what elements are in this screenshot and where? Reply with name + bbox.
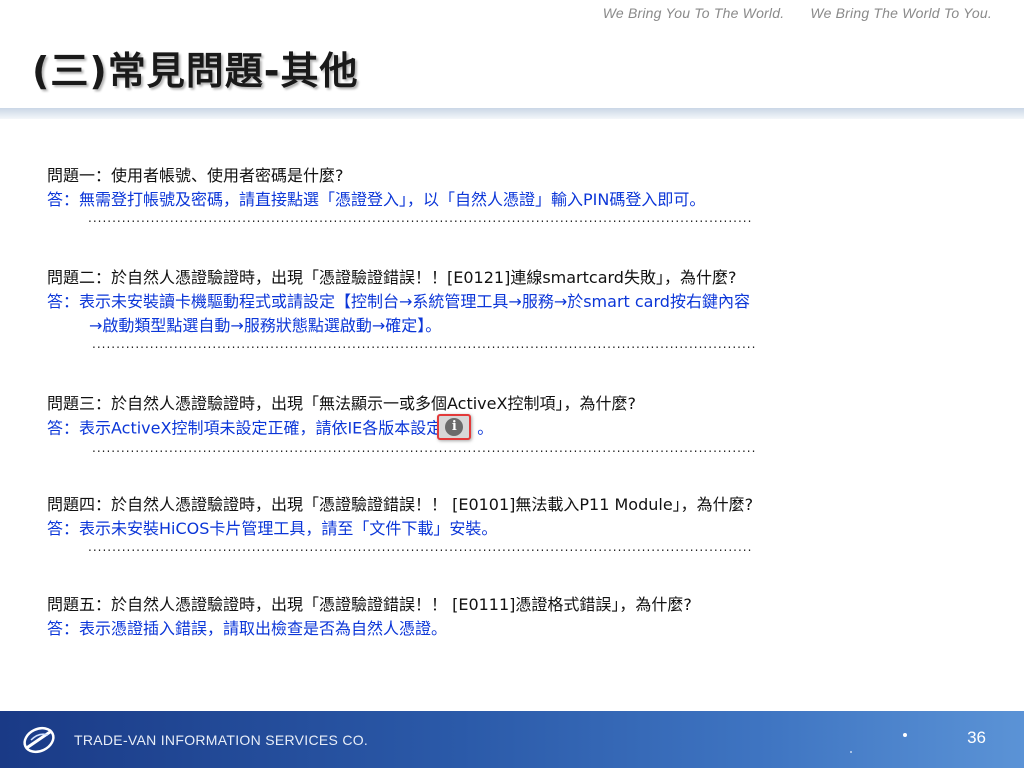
info-icon-glyph: i (445, 418, 464, 436)
question-5: 問題五：於自然人憑證驗證時，出現「憑證驗證錯誤！！ [E0111]憑證格式錯誤」… (47, 595, 692, 614)
title-divider (0, 108, 1024, 119)
qa-item-2: 問題二：於自然人憑證驗證時，出現「憑證驗證錯誤！！[E0121]連線smartc… (47, 266, 997, 352)
qa-item-4: 問題四：於自然人憑證驗證時，出現「憑證驗證錯誤！！ [E0101]無法載入P11… (47, 493, 997, 555)
footer-bar: TRADE-VAN INFORMATION SERVICES CO. 36 (0, 711, 1024, 768)
dotted-separator: ........................................… (92, 442, 757, 455)
trade-van-logo-icon (23, 726, 55, 754)
qa-item-3: 問題三：於自然人憑證驗證時，出現「無法顯示一或多個ActiveX控制項」，為什麼… (47, 392, 997, 456)
page-number: 36 (967, 728, 986, 747)
page-title: (三)常見問題-其他 (32, 49, 359, 93)
qa-item-5: 問題五：於自然人憑證驗證時，出現「憑證驗證錯誤！！ [E0111]憑證格式錯誤」… (47, 593, 997, 641)
question-3: 問題三：於自然人憑證驗證時，出現「無法顯示一或多個ActiveX控制項」，為什麼… (47, 394, 636, 413)
answer-4: 答：表示未安裝HiCOS卡片管理工具，請至「文件下載」安裝。 (47, 519, 498, 538)
answer-5: 答：表示憑證插入錯誤，請取出檢查是否為自然人憑證。 (47, 619, 448, 638)
slogan: We Bring You To The World. We Bring The … (603, 5, 992, 21)
question-4: 問題四：於自然人憑證驗證時，出現「憑證驗證錯誤！！ [E0101]無法載入P11… (47, 495, 754, 514)
answer-3: 答：表示ActiveX控制項未設定正確，請依IE各版本設定 i 。 (47, 414, 997, 442)
dotted-separator: ........................................… (88, 541, 753, 554)
answer-2: 答：表示未安裝讀卡機驅動程式或請設定【控制台→系統管理工具→服務→於smart … (47, 292, 750, 311)
slogan-text-1: We Bring You To The World. (602, 5, 785, 21)
dotted-separator: ........................................… (88, 212, 753, 225)
dotted-separator: ........................................… (92, 338, 757, 351)
qa-item-1: 問題一：使用者帳號、使用者密碼是什麼? 答：無需登打帳號及密碼，請直接點選「憑證… (47, 164, 997, 226)
answer-3-text: 答：表示ActiveX控制項未設定正確，請依IE各版本設定 (47, 418, 443, 438)
answer-1: 答：無需登打帳號及密碼，請直接點選「憑證登入」，以「自然人憑證」輸入PIN碼登入… (47, 190, 706, 209)
answer-3-end: 。 (477, 418, 494, 438)
info-icon[interactable]: i (437, 414, 472, 440)
slogan-text-2: We Bring The World To You. (810, 5, 992, 21)
company-name: TRADE-VAN INFORMATION SERVICES CO. (74, 732, 369, 748)
sparkle-decoration (850, 751, 852, 753)
sparkle-decoration (903, 733, 907, 737)
answer-2-continued: →啟動類型點選自動→服務狀態點選啟動→確定】。 (89, 316, 442, 335)
question-1: 問題一：使用者帳號、使用者密碼是什麼? (47, 166, 344, 185)
question-2: 問題二：於自然人憑證驗證時，出現「憑證驗證錯誤！！[E0121]連線smartc… (47, 268, 737, 287)
